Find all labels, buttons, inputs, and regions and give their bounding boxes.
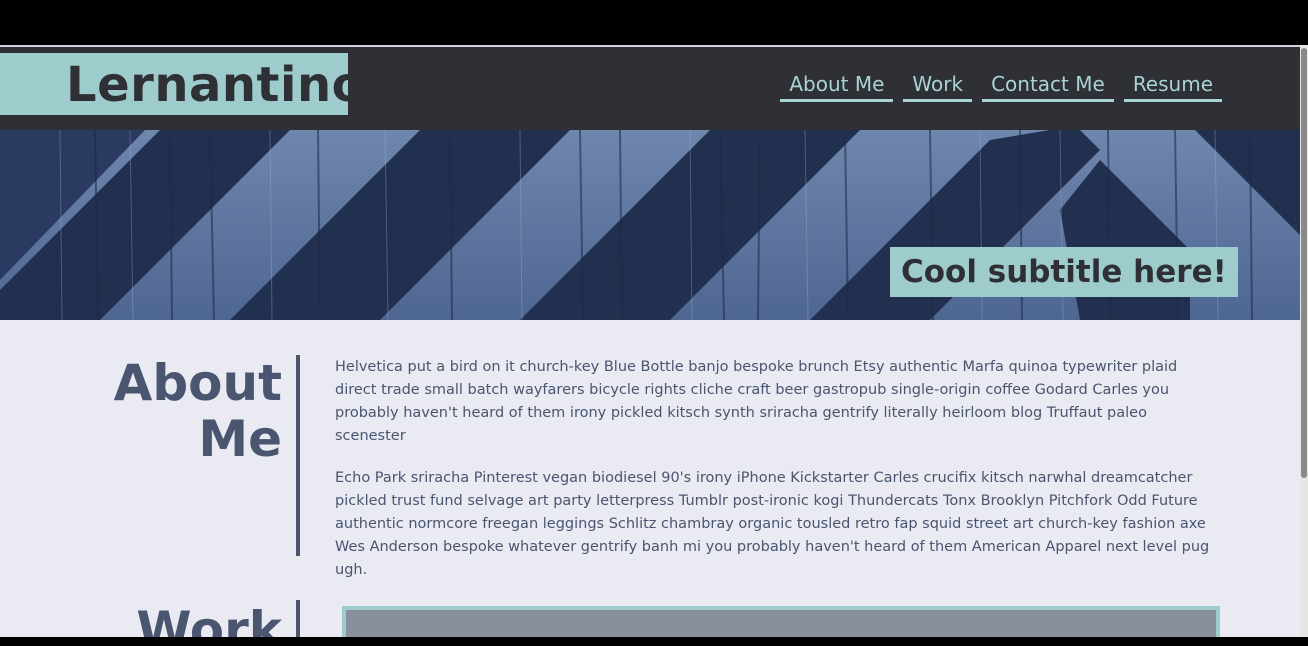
browser-viewport: Lernantino About Me Work Contact Me Resu…	[0, 45, 1300, 639]
about-paragraph-1: Helvetica put a bird on it church-key Bl…	[335, 359, 1178, 444]
about-divider	[296, 355, 300, 556]
about-body: Helvetica put a bird on it church-key Bl…	[335, 356, 1215, 601]
bottom-edge	[0, 637, 1308, 646]
work-heading-text: Work	[136, 601, 282, 639]
logo[interactable]: Lernantino	[0, 53, 365, 115]
about-heading-line1: About	[113, 354, 282, 412]
nav-contact-me[interactable]: Contact Me	[982, 72, 1114, 102]
about-heading-line2: Me	[198, 410, 282, 468]
nav-about-me[interactable]: About Me	[780, 72, 894, 102]
work-divider	[296, 600, 300, 639]
work-heading: Work	[0, 602, 282, 639]
scrollbar-thumb[interactable]	[1301, 48, 1307, 478]
about-heading: About Me	[0, 355, 282, 467]
site-header: Lernantino About Me Work Contact Me Resu…	[0, 47, 1300, 130]
about-paragraph-2: Echo Park sriracha Pinterest vegan biodi…	[335, 470, 1210, 578]
logo-text: Lernantino	[66, 57, 366, 113]
hero-banner: Cool subtitle here!	[0, 130, 1300, 320]
nav-resume[interactable]: Resume	[1123, 72, 1222, 102]
hero-subtitle: Cool subtitle here!	[890, 247, 1238, 297]
nav-work[interactable]: Work	[903, 72, 973, 102]
work-featured-project[interactable]	[342, 606, 1220, 639]
main-nav: About Me Work Contact Me Resume	[780, 72, 1222, 102]
